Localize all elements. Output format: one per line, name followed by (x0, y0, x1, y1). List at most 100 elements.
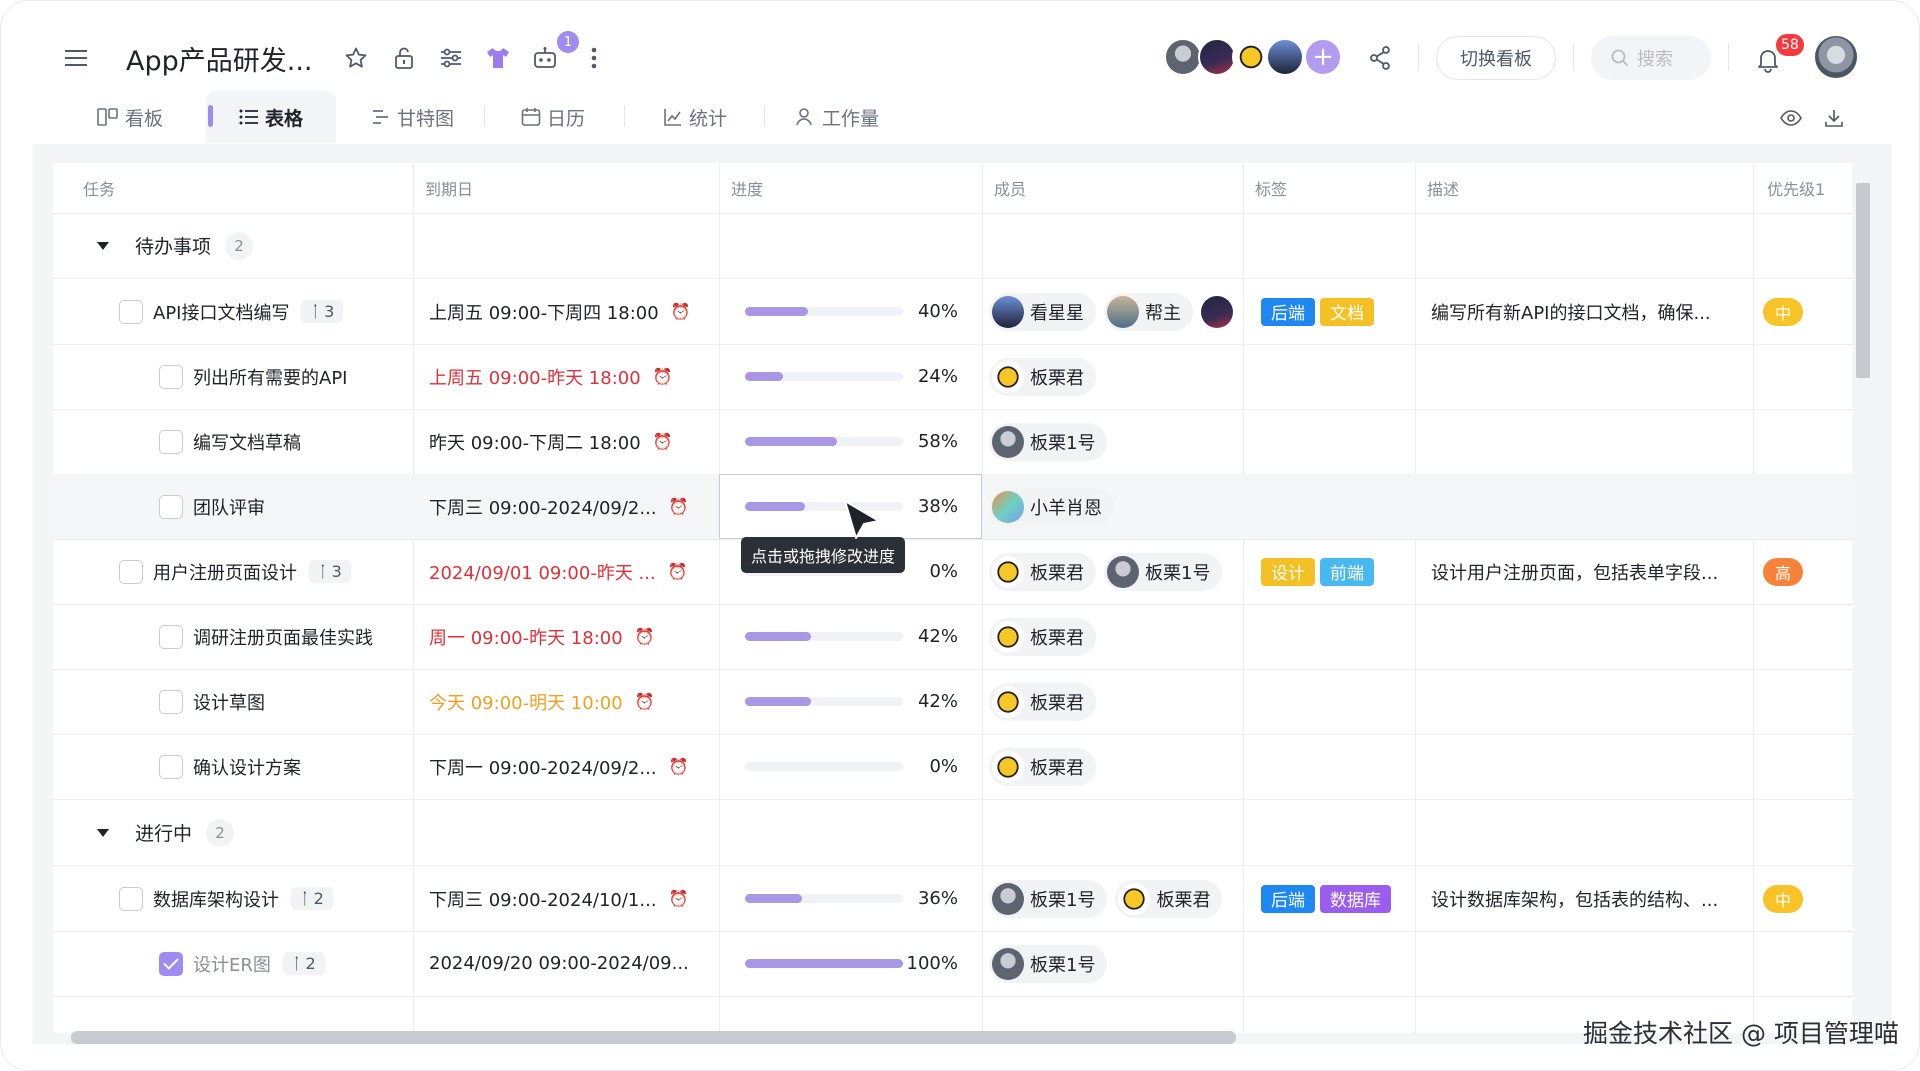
progress-cell[interactable]: 40% (719, 279, 982, 344)
column-header-priority[interactable]: 优先级1 (1767, 163, 1825, 213)
priority-badge[interactable]: 中 (1763, 884, 1803, 913)
alarm-icon[interactable]: ⏰ (668, 562, 688, 581)
due-date[interactable]: 2024/09/20 09:00-2024/09... (429, 953, 689, 974)
task-checkbox[interactable] (159, 754, 183, 779)
due-date[interactable]: 下周三 09:00-2024/10/1... (429, 886, 657, 912)
member-chip[interactable]: 板栗1号 (989, 879, 1108, 918)
collapse-triangle-icon[interactable] (97, 828, 109, 837)
subtask-count-badge[interactable]: ᛙ3 (309, 560, 351, 583)
progress-bar[interactable] (745, 762, 903, 771)
tag-design[interactable]: 设计 (1261, 557, 1315, 586)
priority-badge[interactable]: 高 (1763, 557, 1803, 586)
progress-cell[interactable]: 58% (719, 409, 982, 474)
table-row[interactable]: 团队评审 下周三 09:00-2024/09/2... ⏰ 38% 小羊肖恩 (53, 474, 1853, 539)
column-header-tags[interactable]: 标签 (1255, 163, 1287, 213)
due-date[interactable]: 2024/09/01 09:00-昨天 ... (429, 559, 656, 585)
task-checkbox[interactable] (119, 886, 143, 911)
due-date[interactable]: 下周三 09:00-2024/09/2... (429, 494, 657, 520)
column-header-members[interactable]: 成员 (994, 163, 1026, 213)
table-row[interactable]: 列出所有需要的API 上周五 09:00-昨天 18:00 ⏰ 24% 板栗君 (53, 344, 1853, 409)
progress-cell[interactable]: 42% (719, 604, 982, 669)
progress-bar[interactable] (745, 959, 903, 968)
table-row[interactable]: API接口文档编写 ᛙ3 上周五 09:00-下周四 18:00 ⏰ 40% 看星… (53, 279, 1853, 344)
progress-cell[interactable]: 100% (719, 931, 982, 996)
table-row[interactable]: 确认设计方案 下周一 09:00-2024/09/2... ⏰ 0% 板栗君 (53, 734, 1853, 799)
member-chip[interactable]: 板栗君 (1115, 879, 1223, 918)
member-chip[interactable]: 板栗君 (989, 552, 1096, 591)
table-row[interactable]: 数据库架构设计 ᛙ2 下周三 09:00-2024/10/1... ⏰ 36% 板… (53, 866, 1853, 931)
task-checkbox[interactable] (159, 494, 183, 519)
theme-shirt-icon[interactable] (483, 43, 513, 73)
member-avatar[interactable] (1198, 38, 1236, 76)
tag-database[interactable]: 数据库 (1320, 884, 1391, 913)
column-header-due[interactable]: 到期日 (425, 163, 473, 213)
task-checkbox-checked[interactable] (159, 951, 183, 976)
search-input[interactable]: 搜索 (1591, 36, 1711, 80)
tab-gantt[interactable]: 甘特图 (371, 101, 454, 133)
alarm-icon[interactable]: ⏰ (669, 757, 689, 776)
member-avatar[interactable] (1164, 38, 1202, 76)
tag-docs[interactable]: 文档 (1320, 297, 1374, 326)
table-row[interactable]: 编写文档草稿 昨天 09:00-下周二 18:00 ⏰ 58% 板栗1号 (53, 409, 1853, 474)
member-avatar[interactable] (1232, 38, 1270, 76)
due-date[interactable]: 昨天 09:00-下周二 18:00 (429, 429, 641, 455)
group-header-todo[interactable]: 待办事项 2 (53, 213, 1853, 278)
subtask-count-badge[interactable]: ᛙ2 (282, 952, 325, 975)
group-header-in-progress[interactable]: 进行中 2 (53, 800, 1853, 865)
tag-frontend[interactable]: 前端 (1320, 557, 1374, 586)
member-chip[interactable]: 板栗君 (989, 682, 1096, 721)
task-name[interactable]: 列出所有需要的API (193, 364, 347, 390)
progress-cell[interactable]: 42% (719, 669, 982, 734)
member-chip[interactable]: 看星星 (989, 292, 1096, 331)
description[interactable]: 设计数据库架构，包括表的结构、... (1431, 866, 1749, 931)
switch-board-button[interactable]: 切换看板 (1436, 36, 1556, 80)
user-avatar[interactable] (1813, 34, 1859, 80)
subtask-count-badge[interactable]: ᛙ3 (301, 300, 344, 323)
task-checkbox[interactable] (119, 299, 143, 324)
due-date[interactable]: 上周五 09:00-下周四 18:00 (429, 299, 659, 325)
menu-icon[interactable] (61, 43, 91, 73)
eye-icon[interactable] (1776, 103, 1806, 133)
task-checkbox[interactable] (159, 689, 183, 714)
more-vertical-icon[interactable] (579, 43, 609, 73)
vertical-scrollbar[interactable] (1856, 183, 1870, 378)
alarm-icon[interactable]: ⏰ (669, 497, 689, 516)
progress-cell[interactable]: 24% (719, 344, 982, 409)
member-chip[interactable]: 板栗君 (989, 617, 1096, 656)
alarm-icon[interactable]: ⏰ (669, 889, 689, 908)
tab-table[interactable]: 表格 (239, 101, 303, 133)
task-name[interactable]: 设计ER图 (193, 951, 271, 977)
task-name[interactable]: API接口文档编写 (153, 299, 289, 325)
task-name[interactable]: 编写文档草稿 (193, 429, 301, 455)
tab-statistics[interactable]: 统计 (663, 101, 727, 133)
task-checkbox[interactable] (159, 624, 183, 649)
robot-icon[interactable] (530, 43, 560, 73)
member-chip[interactable]: 板栗1号 (1104, 552, 1223, 591)
progress-bar[interactable] (745, 894, 903, 903)
filter-settings-icon[interactable] (436, 43, 466, 73)
member-chip[interactable]: 板栗君 (989, 357, 1096, 396)
due-date[interactable]: 下周一 09:00-2024/09/2... (429, 754, 657, 780)
download-icon[interactable] (1819, 103, 1849, 133)
tag-backend[interactable]: 后端 (1261, 884, 1315, 913)
unlock-icon[interactable] (389, 43, 419, 73)
task-checkbox[interactable] (159, 364, 183, 389)
progress-cell[interactable]: 0% (719, 734, 982, 799)
description[interactable]: 编写所有新API的接口文档，确保... (1431, 279, 1749, 344)
due-date[interactable]: 上周五 09:00-昨天 18:00 (429, 364, 641, 390)
collapse-triangle-icon[interactable] (97, 241, 109, 250)
task-name[interactable]: 设计草图 (193, 689, 265, 715)
task-checkbox[interactable] (159, 429, 183, 454)
member-chip[interactable]: 小羊肖恩 (989, 487, 1114, 526)
tab-board[interactable]: 看板 (97, 101, 163, 133)
member-avatar[interactable] (1266, 38, 1304, 76)
column-header-progress[interactable]: 进度 (731, 163, 763, 213)
progress-bar[interactable] (745, 632, 903, 641)
alarm-icon[interactable]: ⏰ (635, 692, 655, 711)
due-date[interactable]: 今天 09:00-明天 10:00 (429, 689, 623, 715)
horizontal-scrollbar[interactable] (71, 1031, 1236, 1044)
task-name[interactable]: 团队评审 (193, 494, 265, 520)
due-date[interactable]: 周一 09:00-昨天 18:00 (429, 624, 623, 650)
table-row[interactable]: 设计草图 今天 09:00-明天 10:00 ⏰ 42% 板栗君 (53, 669, 1853, 734)
priority-badge[interactable]: 中 (1763, 297, 1803, 326)
